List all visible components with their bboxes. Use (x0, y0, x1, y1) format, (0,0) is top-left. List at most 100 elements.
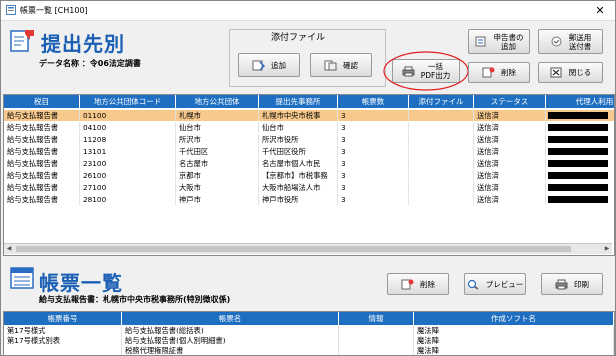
attachment-group-label: 添付ファイル (271, 33, 326, 43)
table-cell: 税務代理権限証書 (122, 345, 339, 355)
column-header[interactable]: 添付ファイル (409, 95, 474, 108)
table-cell: 札幌市 (176, 110, 259, 121)
add-declaration-button[interactable]: 申告書の 追加 (468, 29, 530, 54)
table-cell: 【京都市】市税事務 (259, 170, 338, 181)
table-cell: 26100 (80, 170, 176, 181)
table-cell: 3 (338, 146, 409, 157)
report-list-subtitle: 給与支払報告書：札幌市中央市税事務所(特別徴収係) (39, 294, 230, 305)
table-cell: 送信済 (474, 122, 546, 133)
attachment-add-button[interactable]: 追加 (238, 53, 300, 77)
delete-report-button[interactable]: 削除 (387, 273, 449, 295)
table-row[interactable]: 給与支払報告書 01100 札幌市 札幌市中央市税事 3 送信済 (4, 110, 614, 121)
table-cell: 大阪市 (176, 182, 259, 193)
table-cell (4, 345, 122, 355)
report-table: 帳票番号 帳票名 情報 作成ソフト名 第17号様式 給与支払報告書(総括表) 魔法陣 第17… (3, 311, 615, 356)
column-header[interactable]: 情報 (339, 312, 414, 325)
table-cell (409, 110, 474, 121)
table-cell: 仙台市 (259, 122, 338, 133)
attachment-confirm-button[interactable]: 確認 (310, 53, 372, 77)
table-row[interactable]: 給与支払報告書 27100 大阪市 大阪市船場法人市 3 送信済 (4, 182, 614, 193)
table-cell: 給与支払報告書 (4, 194, 80, 205)
table-cell: 送信済 (474, 146, 546, 157)
table-cell: 給与支払報告書 (4, 134, 80, 145)
report-list-heading: 帳票一覧 (39, 271, 123, 295)
column-header[interactable]: 帳票番号 (4, 312, 122, 325)
table-cell: 27100 (80, 182, 176, 193)
table-cell: 3 (338, 170, 409, 181)
masked-cell (546, 194, 614, 205)
table-cell: 送信済 (474, 170, 546, 181)
table-cell: 大阪市船場法人市 (259, 182, 338, 193)
window-title: 帳票一覧 [CH100] (20, 6, 88, 15)
close-button[interactable]: 閉じる (538, 62, 603, 83)
submission-table-header: 税目 地方公共団体コード 地方公共団体 提出先事務所 帳票数 添付ファイル ステータス 代理人… (4, 95, 614, 108)
table-row[interactable]: 給与支払報告書 28100 神戸市 神戸市役所 3 送信済 (4, 194, 614, 205)
column-header[interactable]: 帳票名 (122, 312, 339, 325)
magnifier-icon (467, 279, 479, 290)
table-row[interactable]: 給与支払報告書 26100 京都市 【京都市】市税事務 3 送信済 (4, 170, 614, 181)
column-header[interactable]: 地方公共団体 (176, 95, 259, 108)
delete-icon (401, 279, 414, 289)
table-cell: 3 (338, 158, 409, 169)
delete-submission-button[interactable]: 削除 (468, 62, 530, 83)
table-cell: 千代田区役所 (259, 146, 338, 157)
close-window-icon[interactable]: ✕ (588, 2, 612, 19)
table-cell: 送信済 (474, 182, 546, 193)
redaction-block (548, 196, 608, 203)
table-cell: 01100 (80, 110, 176, 121)
submission-table: 税目 地方公共団体コード 地方公共団体 提出先事務所 帳票数 添付ファイル ステータス 代理人… (3, 94, 615, 256)
masked-cell (546, 170, 614, 181)
table-cell (339, 345, 414, 355)
table-cell: 給与支払報告書 (4, 110, 80, 121)
redaction-block (548, 112, 608, 119)
declaration-icon (475, 36, 485, 47)
mail-form-button[interactable]: 郵送用 送付書 (538, 29, 603, 54)
table-cell: 3 (338, 182, 409, 193)
mail-icon (551, 36, 562, 47)
table-cell: 28100 (80, 194, 176, 205)
table-cell: 送信済 (474, 110, 546, 121)
redaction-block (548, 124, 608, 131)
table-cell: 給与支払報告書 (4, 170, 80, 181)
table-cell: 給与支払報告書 (4, 182, 80, 193)
column-header[interactable]: 税目 (4, 95, 80, 108)
scroll-right-icon[interactable]: ▶ (602, 244, 612, 254)
table-cell (409, 146, 474, 157)
masked-cell (546, 134, 614, 145)
table-cell: 神戸市役所 (259, 194, 338, 205)
masked-cell (546, 146, 614, 157)
column-header[interactable]: ステータス (474, 95, 546, 108)
table-row[interactable]: 給与支払報告書 23100 名古屋市 名古屋市個人市民 3 送信済 (4, 158, 614, 169)
report-list-window: 帳票一覧 [CH100] ✕ 提出先別 データ名称 ：令06法定調書 添付ファイ… (0, 0, 616, 356)
scroll-thumb[interactable] (16, 246, 571, 252)
table-cell: 神戸市 (176, 194, 259, 205)
table-cell: 3 (338, 122, 409, 133)
table-cell (409, 158, 474, 169)
column-header[interactable]: 代理人利用 (546, 95, 614, 108)
masked-cell (546, 182, 614, 193)
column-header[interactable]: 作成ソフト名 (414, 312, 614, 325)
masked-cell (546, 122, 614, 133)
column-header[interactable]: 帳票数 (338, 95, 409, 108)
scroll-left-icon[interactable]: ◀ (4, 244, 14, 254)
table-cell: 給与支払報告書 (4, 146, 80, 157)
table-row[interactable]: 給与支払報告書 13101 千代田区 千代田区役所 3 送信済 (4, 146, 614, 157)
table-cell: 所沢市役所 (259, 134, 338, 145)
print-button[interactable]: 印刷 (541, 273, 603, 295)
table-cell: 給与支払報告書 (4, 158, 80, 169)
table-row[interactable]: 給与支払報告書 04100 仙台市 仙台市 3 送信済 (4, 122, 614, 133)
table-row[interactable]: 税務代理権限証書 魔法陣 (4, 345, 614, 355)
column-header[interactable]: 提出先事務所 (259, 95, 338, 108)
column-header[interactable]: 地方公共団体コード (80, 95, 176, 108)
table-cell: 所沢市 (176, 134, 259, 145)
table-cell: 名古屋市 (176, 158, 259, 169)
table-cell: 送信済 (474, 158, 546, 169)
report-list-heading-icon (10, 267, 34, 289)
table-row[interactable]: 給与支払報告書 11208 所沢市 所沢市役所 3 送信済 (4, 134, 614, 145)
subtitle-office: ：札幌市中央市税事務所(特別徴収係) (95, 295, 231, 304)
preview-button[interactable]: プレビュー (464, 273, 526, 295)
table-cell: 3 (338, 110, 409, 121)
table-cell: 魔法陣 (414, 345, 614, 355)
submission-table-hscrollbar[interactable]: ◀ ▶ (4, 243, 612, 254)
printer-icon (555, 279, 568, 289)
